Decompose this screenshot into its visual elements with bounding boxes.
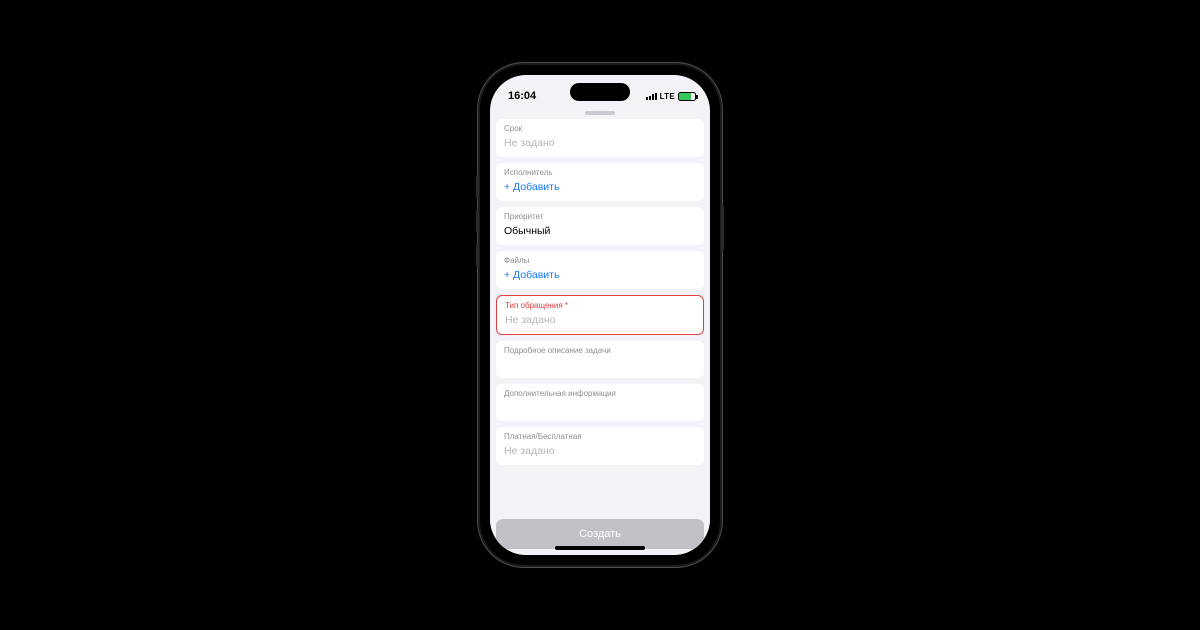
field-value: Не задано [504, 136, 696, 151]
field-deadline[interactable]: Срок Не задано [496, 119, 704, 157]
home-indicator[interactable] [555, 546, 645, 550]
field-label: Тип обращения * [505, 300, 695, 312]
network-label: LTE [660, 92, 675, 101]
field-label: Файлы [504, 255, 696, 267]
status-right: LTE [646, 92, 696, 101]
field-label: Исполнитель [504, 167, 696, 179]
field-value: Обычный [504, 224, 696, 239]
field-priority[interactable]: Приоритет Обычный [496, 207, 704, 245]
field-label: Платная/Бесплатная [504, 431, 696, 443]
field-value: Не задано [505, 313, 695, 328]
field-label: Срок [504, 123, 696, 135]
form: Срок Не задано Исполнитель + Добавить Пр… [490, 115, 710, 511]
field-value [504, 358, 696, 372]
field-label: Подробное описание задачи [504, 345, 696, 357]
field-description[interactable]: Подробное описание задачи [496, 341, 704, 378]
create-button[interactable]: Создать [496, 519, 704, 549]
field-value: Не задано [504, 444, 696, 459]
battery-icon [678, 92, 696, 101]
dynamic-island [570, 83, 630, 101]
phone-frame: 16:04 LTE Срок Не задано Исполнитель [480, 65, 720, 565]
add-assignee-link[interactable]: + Добавить [504, 180, 696, 195]
field-label: Дополнительная информация [504, 388, 696, 400]
field-files[interactable]: Файлы + Добавить [496, 251, 704, 289]
field-request-type[interactable]: Тип обращения * Не задано [496, 295, 704, 335]
field-value [504, 401, 696, 415]
field-label: Приоритет [504, 211, 696, 223]
field-extra-info[interactable]: Дополнительная информация [496, 384, 704, 421]
create-button-label: Создать [579, 528, 621, 540]
stage: 16:04 LTE Срок Не задано Исполнитель [0, 0, 1200, 630]
field-paid[interactable]: Платная/Бесплатная Не задано [496, 427, 704, 465]
cellular-signal-icon [646, 92, 657, 100]
status-time: 16:04 [508, 90, 536, 102]
screen: 16:04 LTE Срок Не задано Исполнитель [490, 75, 710, 555]
field-assignee[interactable]: Исполнитель + Добавить [496, 163, 704, 201]
add-file-link[interactable]: + Добавить [504, 268, 696, 283]
